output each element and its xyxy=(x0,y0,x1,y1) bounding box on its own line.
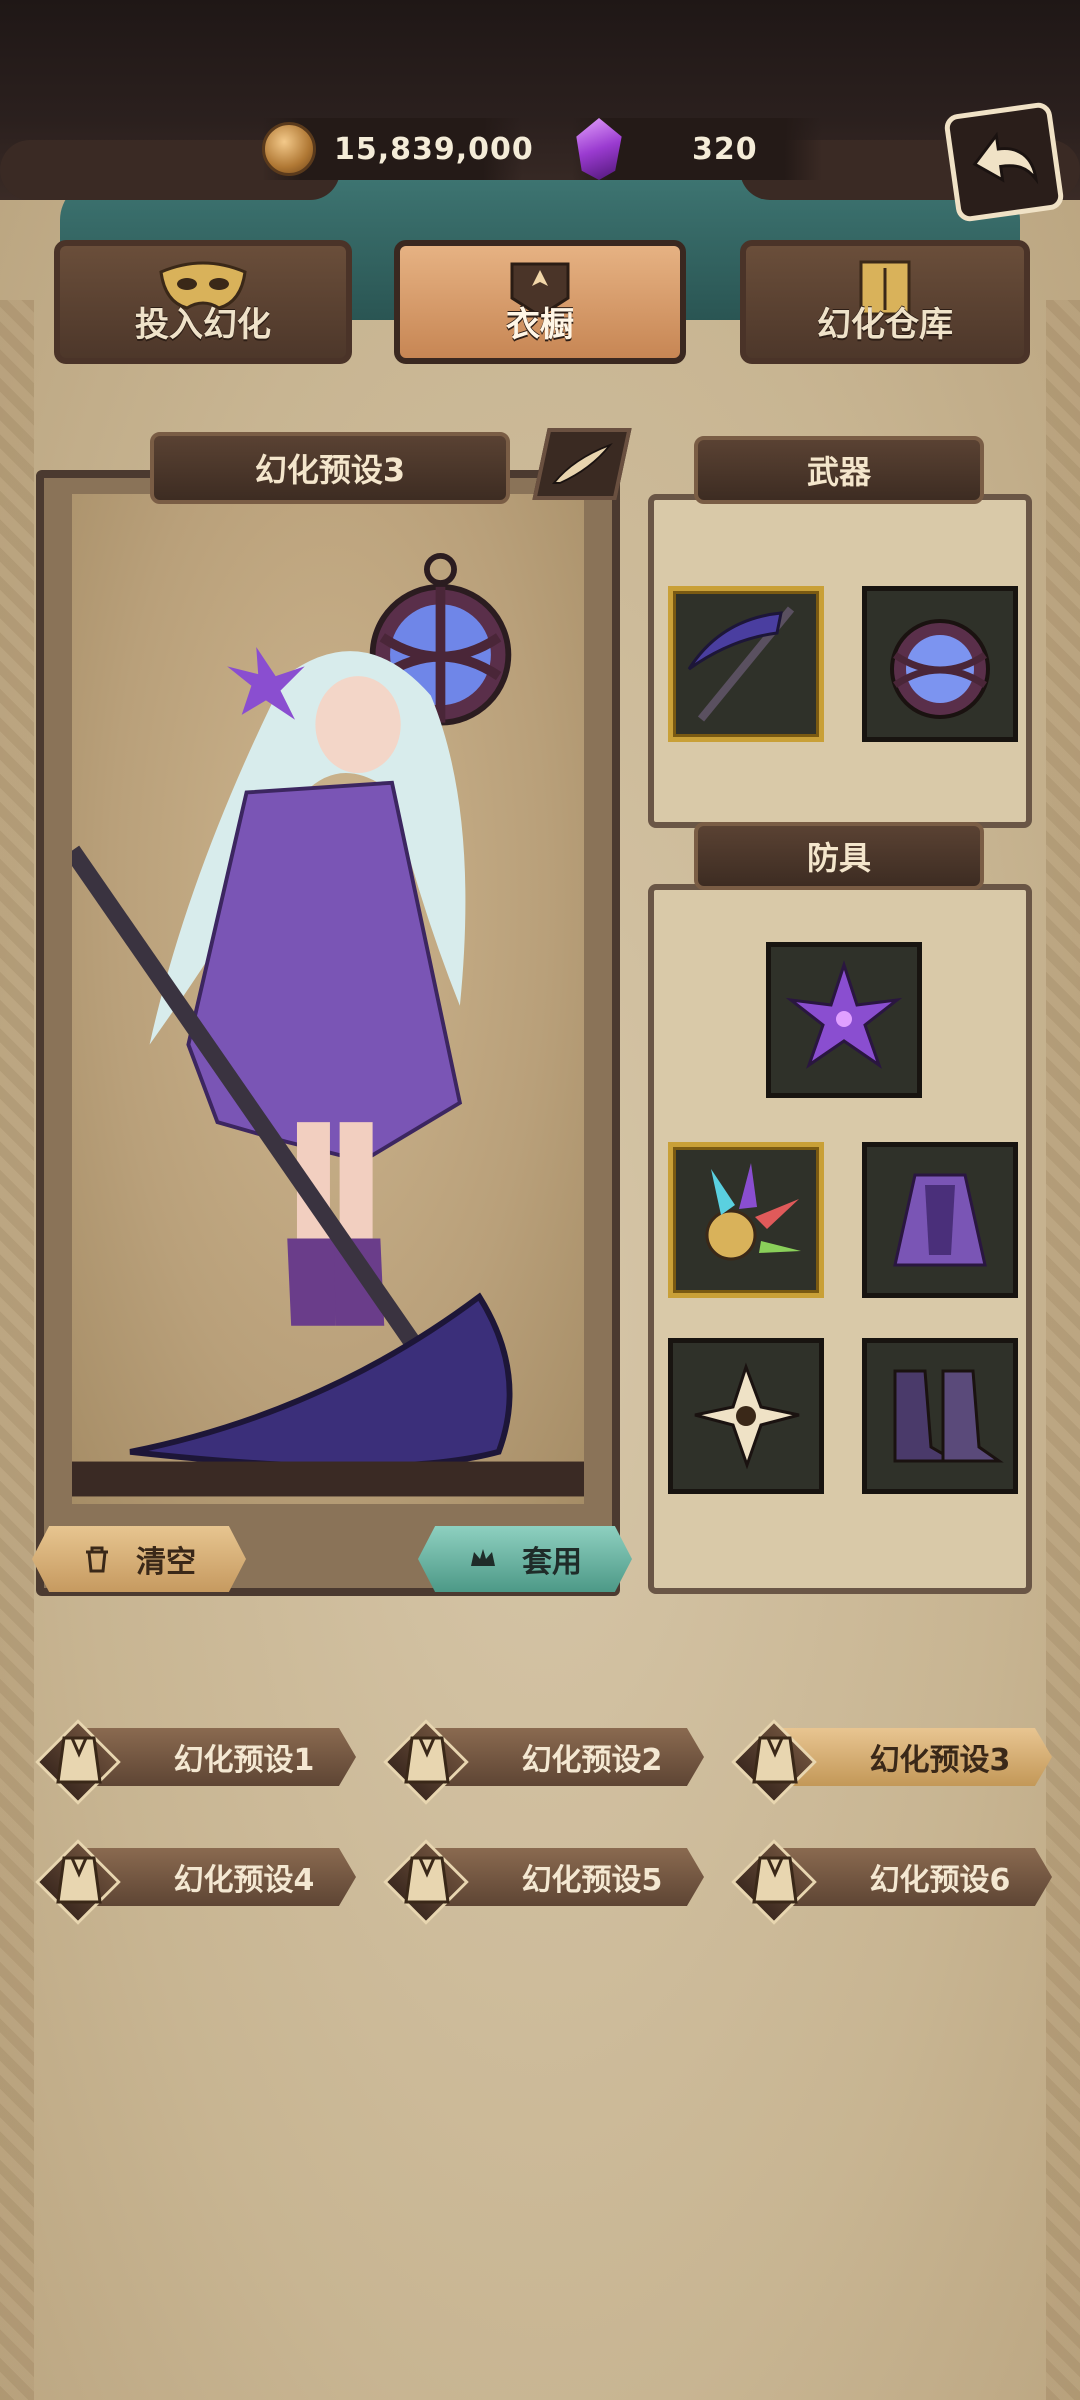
preset-button-4[interactable]: 幻化预设4 xyxy=(35,1839,356,1925)
gold-amount: 15,839,000 xyxy=(334,131,534,167)
preset-button-2[interactable]: 幻化预设2 xyxy=(383,1719,704,1805)
preset-button-5[interactable]: 幻化预设5 xyxy=(383,1839,704,1925)
gold-coin-icon xyxy=(262,122,316,176)
tunic-icon xyxy=(752,1736,798,1784)
gem-currency: 320 xyxy=(572,118,822,180)
feather-quill-icon xyxy=(552,442,613,484)
lantern-icon xyxy=(890,619,990,719)
armor-slot-body[interactable] xyxy=(862,1142,1018,1298)
scythe-icon xyxy=(687,606,795,722)
weapon-slot-scythe[interactable] xyxy=(668,586,824,742)
tunic-icon xyxy=(404,1856,450,1904)
apply-label: 套用 xyxy=(522,1545,582,1580)
preset-label: 幻化预设3 xyxy=(869,1743,1011,1778)
crystal-accessory-icon xyxy=(705,1163,801,1261)
character-illustration xyxy=(72,552,584,1497)
purple-gem-icon xyxy=(576,118,622,180)
clear-button[interactable]: 清空 xyxy=(32,1526,246,1592)
preset-button-3[interactable]: 幻化预设3 xyxy=(731,1719,1052,1805)
armor-slot-headpiece[interactable] xyxy=(766,942,922,1098)
dark-boots-icon xyxy=(893,1369,1004,1463)
preset-label: 幻化预设4 xyxy=(173,1863,315,1898)
rename-button[interactable] xyxy=(532,428,632,500)
gem-amount: 320 xyxy=(692,131,758,167)
tab-label: 投入幻化 xyxy=(135,305,271,345)
white-flower-icon xyxy=(694,1362,800,1470)
weapon-slot-lantern[interactable] xyxy=(862,586,1018,742)
frame-decoration-right xyxy=(1046,300,1080,2400)
armor-panel xyxy=(648,884,1032,1594)
weapons-title: 武器 xyxy=(694,436,984,504)
tab-transmog-storage[interactable]: 幻化仓库 xyxy=(740,240,1030,364)
tunic-icon xyxy=(404,1736,450,1784)
armor-slot-boots[interactable] xyxy=(862,1338,1018,1494)
armor-slot-accessory[interactable] xyxy=(668,1142,824,1298)
tab-transmog-input[interactable]: 投入幻化 xyxy=(54,240,352,364)
tunic-icon xyxy=(752,1856,798,1904)
tab-label: 衣橱 xyxy=(506,305,574,345)
character-preview-frame xyxy=(36,470,620,1596)
tunic-icon xyxy=(56,1736,102,1784)
back-button[interactable] xyxy=(943,101,1065,223)
frame-decoration-left xyxy=(0,300,34,2400)
tab-label: 幻化仓库 xyxy=(817,305,953,345)
preview-title: 幻化预设3 xyxy=(150,432,510,504)
crown-icon xyxy=(471,1549,495,1566)
purple-cloak-icon xyxy=(893,1173,987,1267)
back-arrow-icon xyxy=(972,131,1039,185)
tunic-icon xyxy=(56,1856,102,1904)
armor-title: 防具 xyxy=(694,822,984,890)
armor-slot-hand[interactable] xyxy=(668,1338,824,1494)
character-preview xyxy=(72,494,584,1504)
preset-button-6[interactable]: 幻化预设6 xyxy=(731,1839,1052,1925)
purple-flower-icon xyxy=(785,960,903,1069)
gold-currency: 15,839,000 xyxy=(262,118,533,180)
weapons-panel xyxy=(648,494,1032,828)
tab-wardrobe[interactable]: 衣橱 xyxy=(394,240,686,364)
preset-label: 幻化预设1 xyxy=(173,1743,315,1778)
clear-label: 清空 xyxy=(136,1545,196,1580)
preset-label: 幻化预设6 xyxy=(869,1863,1011,1898)
preset-label: 幻化预设2 xyxy=(521,1743,663,1778)
preset-button-1[interactable]: 幻化预设1 xyxy=(35,1719,356,1805)
preset-label: 幻化预设5 xyxy=(521,1863,663,1898)
apply-button[interactable]: 套用 xyxy=(418,1526,632,1592)
trash-icon xyxy=(86,1546,108,1573)
